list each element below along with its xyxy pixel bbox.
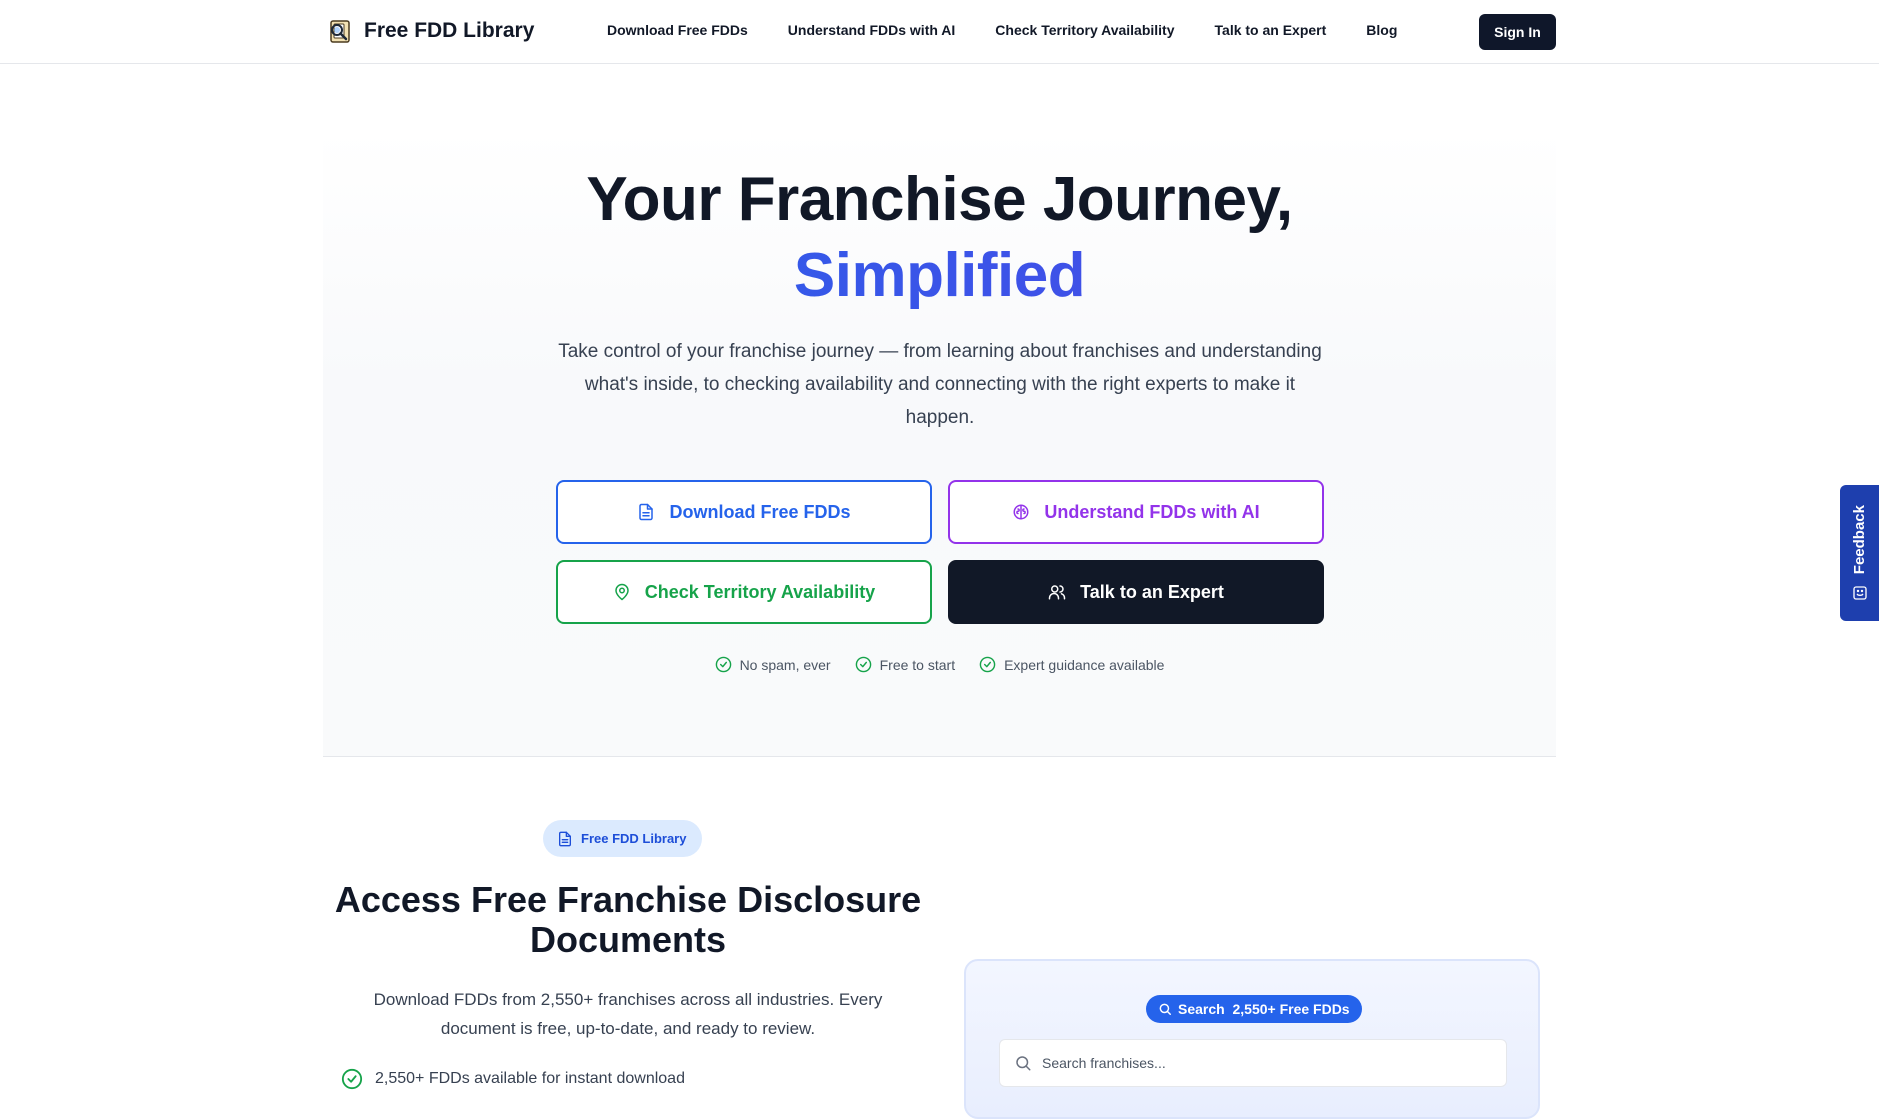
- trust-label: Expert guidance available: [1004, 656, 1165, 673]
- check-territory-label: Check Territory Availability: [644, 581, 876, 602]
- check-circle-icon: [715, 656, 731, 673]
- library-logo-icon: [330, 20, 350, 43]
- hero-section: Your Franchise Journey, Simplified Take …: [323, 130, 1556, 757]
- map-pin-icon: [615, 583, 629, 601]
- understand-fdds-ai-label: Understand FDDs with AI: [1044, 501, 1260, 522]
- search-icon: [1159, 1003, 1171, 1015]
- check-circle-icon: [979, 656, 996, 673]
- nav-links: Download Free FDDs Understand FDDs with …: [607, 22, 1437, 38]
- trust-label: Free to start: [879, 656, 956, 673]
- understand-fdds-ai-button[interactable]: Understand FDDs with AI: [948, 480, 1324, 544]
- trust-item: No spam, ever: [715, 656, 831, 673]
- trust-item: Free to start: [855, 656, 955, 673]
- library-subtitle: Download FDDs from 2,550+ franchises acr…: [373, 990, 883, 1038]
- nav-link-expert[interactable]: Talk to an Expert: [1215, 22, 1327, 38]
- document-icon: [559, 831, 571, 846]
- nav-link-understand[interactable]: Understand FDDs with AI: [788, 22, 956, 38]
- check-circle-icon: [341, 1068, 363, 1090]
- trust-label: No spam, ever: [739, 656, 831, 673]
- users-icon: [1048, 585, 1066, 600]
- smile-icon: [1852, 585, 1867, 600]
- trust-item: Expert guidance available: [979, 656, 1164, 673]
- brand-name: Free FDD Library: [364, 19, 535, 42]
- nav-link-download[interactable]: Download Free FDDs: [607, 22, 748, 38]
- search-pill-label: Search 2,550+ Free FDDs: [1178, 1001, 1350, 1017]
- top-navigation: Free FDD Library Download Free FDDs Unde…: [0, 0, 1879, 64]
- hero-title-line1: Your Franchise Journey,: [586, 165, 1293, 234]
- talk-to-expert-button[interactable]: Talk to an Expert: [948, 560, 1324, 624]
- download-fdds-button[interactable]: Download Free FDDs: [556, 480, 932, 544]
- download-fdds-label: Download Free FDDs: [669, 501, 851, 522]
- hero-subtitle: Take control of your franchise journey —…: [558, 341, 1322, 428]
- talk-to-expert-label: Talk to an Expert: [1080, 581, 1224, 602]
- check-circle-icon: [855, 656, 871, 673]
- trust-indicators: No spam, ever Free to start Expert guida…: [323, 656, 1556, 673]
- nav-link-blog[interactable]: Blog: [1366, 22, 1397, 38]
- document-icon: [639, 503, 654, 521]
- feature-label: 2,550+ FDDs available for instant downlo…: [375, 1070, 685, 1087]
- feedback-label: Feedback: [1851, 505, 1868, 575]
- search-input[interactable]: [1042, 1055, 1482, 1071]
- brand[interactable]: Free FDD Library: [326, 17, 534, 45]
- brain-icon: [1013, 504, 1029, 520]
- feature-item: 2,550+ FDDs available for instant downlo…: [341, 1068, 685, 1090]
- search-card: Search 2,550+ Free FDDs: [964, 959, 1540, 1119]
- check-territory-button[interactable]: Check Territory Availability: [556, 560, 932, 624]
- hero-title-accent: Simplified: [323, 238, 1556, 314]
- search-box[interactable]: [999, 1039, 1507, 1087]
- hero-title: Your Franchise Journey, Simplified: [323, 162, 1556, 314]
- sign-in-button[interactable]: Sign In: [1479, 14, 1556, 50]
- search-icon: [1016, 1056, 1031, 1071]
- library-badge-label: Free FDD Library: [581, 831, 687, 846]
- feedback-tab[interactable]: Feedback: [1840, 485, 1879, 621]
- library-badge: Free FDD Library: [543, 820, 703, 857]
- nav-link-territory[interactable]: Check Territory Availability: [995, 22, 1174, 38]
- search-pill: Search 2,550+ Free FDDs: [1146, 995, 1362, 1023]
- library-title: Access Free Franchise Disclosure Documen…: [334, 879, 922, 960]
